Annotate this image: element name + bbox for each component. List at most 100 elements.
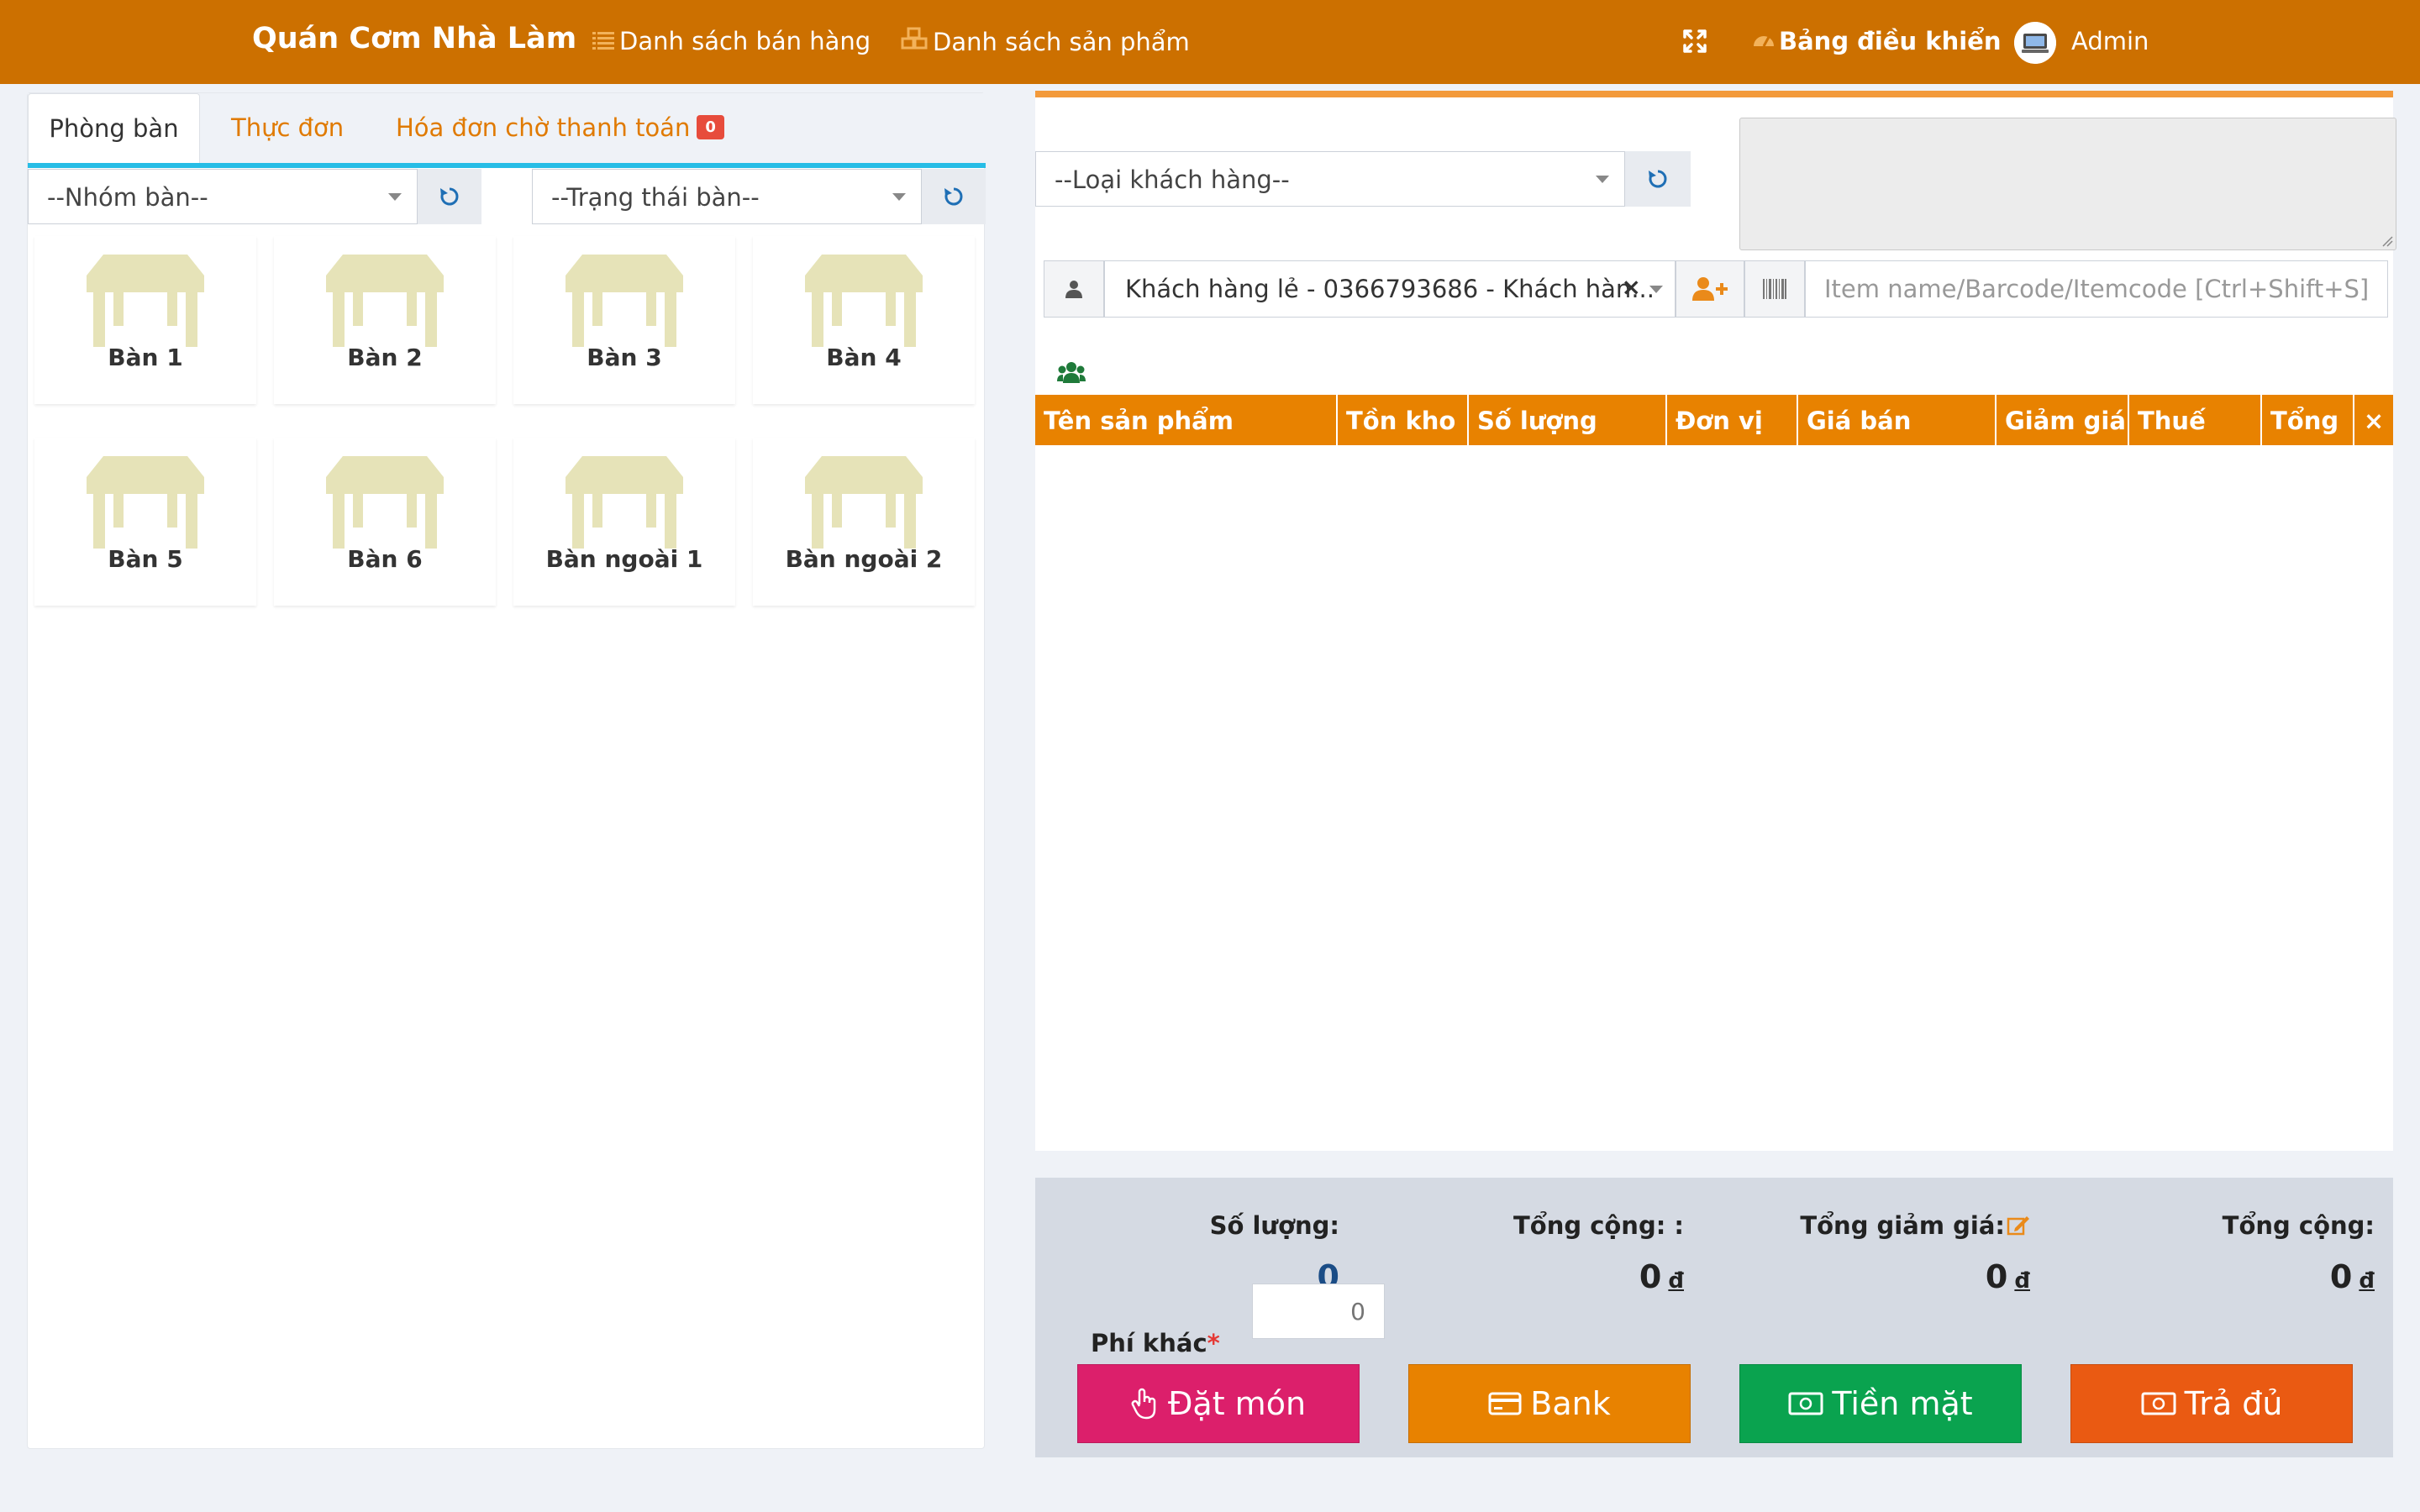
cash-label: Tiền mặt bbox=[1832, 1385, 1973, 1422]
table-group-select[interactable]: --Nhóm bàn-- bbox=[28, 169, 418, 224]
currency-symbol: đ bbox=[2014, 1268, 2030, 1294]
table-icon bbox=[326, 255, 444, 347]
list-icon bbox=[592, 28, 614, 55]
table-name: Bàn ngoài 2 bbox=[785, 545, 943, 573]
pay-full-button[interactable]: Trả đủ bbox=[2070, 1364, 2353, 1443]
table-icon bbox=[87, 456, 204, 549]
required-marker: * bbox=[1207, 1329, 1220, 1357]
col-price: Giá bán bbox=[1798, 395, 1996, 445]
table-card[interactable]: Bàn 4 bbox=[753, 236, 975, 404]
hand-icon bbox=[1131, 1388, 1156, 1420]
refresh-status-button[interactable] bbox=[922, 169, 986, 224]
tab-rooms[interactable]: Phòng bàn bbox=[28, 93, 200, 165]
other-fee-input[interactable] bbox=[1252, 1284, 1385, 1339]
user-plus-icon bbox=[1692, 277, 1728, 301]
nav-sales-label: Danh sách bán hàng bbox=[619, 27, 871, 55]
table-name: Bàn 1 bbox=[108, 344, 183, 371]
barcode-addon bbox=[1744, 260, 1805, 318]
table-icon bbox=[805, 456, 923, 549]
refresh-customer-type-button[interactable] bbox=[1625, 151, 1691, 207]
tab-pending-label: Hóa đơn chờ thanh toán bbox=[396, 113, 691, 142]
customer-type-value: --Loại khách hàng-- bbox=[1055, 165, 1290, 194]
pay-full-label: Trả đủ bbox=[2184, 1385, 2283, 1422]
table-card[interactable]: Bàn ngoài 1 bbox=[513, 438, 735, 606]
nav-products-list[interactable]: Danh sách sản phẩm bbox=[901, 27, 1190, 56]
cubes-icon bbox=[901, 27, 928, 56]
customer-value: Khách hàng lẻ - 0366793686 - Khách hàn..… bbox=[1125, 275, 1655, 303]
dashboard-link[interactable]: Bảng điều khiển bbox=[1752, 27, 2001, 55]
table-card[interactable]: Bàn 1 bbox=[34, 236, 256, 404]
product-search-input[interactable] bbox=[1805, 260, 2388, 318]
bank-button[interactable]: Bank bbox=[1408, 1364, 1691, 1443]
edit-icon[interactable] bbox=[2007, 1215, 2030, 1236]
resize-grip-icon[interactable] bbox=[2381, 235, 2393, 247]
other-fee-text: Phí khác bbox=[1091, 1329, 1207, 1357]
remove-all-icon[interactable]: × bbox=[2354, 395, 2393, 445]
nav-sales-list[interactable]: Danh sách bán hàng bbox=[592, 27, 871, 55]
refresh-group-button[interactable] bbox=[418, 169, 481, 224]
total-value: 0 bbox=[2329, 1258, 2353, 1295]
cash-button[interactable]: Tiền mặt bbox=[1739, 1364, 2022, 1443]
tables-panel: Phòng bàn Thực đơn Hóa đơn chờ thanh toá… bbox=[27, 92, 986, 1449]
col-tax: Thuế bbox=[2129, 395, 2262, 445]
refresh-icon bbox=[440, 187, 459, 206]
chevron-down-icon bbox=[892, 193, 906, 201]
bank-label: Bank bbox=[1530, 1385, 1611, 1422]
pending-count-badge: 0 bbox=[697, 115, 724, 139]
user-avatar[interactable] bbox=[2014, 22, 2056, 64]
customer-type-select[interactable]: --Loại khách hàng-- bbox=[1035, 151, 1625, 207]
discount-value: 0 bbox=[1985, 1258, 2008, 1295]
user-icon bbox=[1065, 281, 1082, 298]
table-name: Bàn 4 bbox=[826, 344, 902, 371]
other-fee-label: Phí khác* bbox=[1091, 1329, 1220, 1357]
subtotal-label: Tổng cộng: : bbox=[1512, 1211, 1684, 1240]
subtotal-amount: 0đ bbox=[1639, 1258, 1684, 1295]
table-card[interactable]: Bàn 5 bbox=[34, 438, 256, 606]
order-panel-accent bbox=[1035, 91, 2393, 97]
table-icon bbox=[87, 255, 204, 347]
table-name: Bàn ngoài 1 bbox=[545, 545, 703, 573]
table-group-value: --Nhóm bàn-- bbox=[47, 183, 208, 212]
table-card[interactable]: Bàn 3 bbox=[513, 236, 735, 404]
refresh-icon bbox=[944, 187, 963, 206]
customer-search-row: Khách hàng lẻ - 0366793686 - Khách hàn..… bbox=[1044, 260, 2388, 318]
tab-menu[interactable]: Thực đơn bbox=[231, 93, 344, 165]
table-icon bbox=[566, 255, 683, 347]
col-product-name: Tên sản phẩm bbox=[1035, 395, 1338, 445]
table-name: Bàn 6 bbox=[347, 545, 423, 573]
customer-select[interactable]: Khách hàng lẻ - 0366793686 - Khách hàn..… bbox=[1104, 260, 1676, 318]
money-bill-icon bbox=[2141, 1392, 2176, 1415]
barcode-icon bbox=[1763, 279, 1786, 299]
table-card[interactable]: Bàn 2 bbox=[274, 236, 496, 404]
subtotal-value: 0 bbox=[1639, 1258, 1662, 1295]
nav-products-label: Danh sách sản phẩm bbox=[933, 27, 1190, 56]
users-icon[interactable] bbox=[1057, 361, 1086, 385]
dashboard-icon bbox=[1752, 27, 1776, 55]
currency-symbol: đ bbox=[2359, 1268, 2375, 1294]
total-amount: 0đ bbox=[2330, 1258, 2375, 1295]
table-icon bbox=[326, 456, 444, 549]
table-name: Bàn 2 bbox=[347, 344, 423, 371]
add-customer-button[interactable] bbox=[1676, 260, 1744, 318]
fullscreen-icon[interactable] bbox=[1682, 29, 1707, 54]
discount-label: Tổng giảm giá: bbox=[1800, 1211, 2005, 1240]
clear-customer-icon[interactable]: × bbox=[1622, 273, 1641, 301]
chevron-down-icon bbox=[1649, 286, 1663, 293]
table-status-value: --Trạng thái bàn-- bbox=[551, 183, 760, 212]
table-card[interactable]: Bàn ngoài 2 bbox=[753, 438, 975, 606]
col-unit: Đơn vị bbox=[1667, 395, 1798, 445]
chevron-down-icon bbox=[388, 193, 402, 201]
currency-symbol: đ bbox=[1668, 1268, 1684, 1294]
tab-rooms-label: Phòng bàn bbox=[49, 114, 179, 143]
table-status-select[interactable]: --Trạng thái bàn-- bbox=[532, 169, 922, 224]
table-icon bbox=[566, 456, 683, 549]
order-summary: Số lượng: 0 Tổng cộng: : 0đ Tổng giảm gi… bbox=[1035, 1178, 2393, 1457]
order-note-textarea[interactable] bbox=[1739, 118, 2396, 250]
user-name[interactable]: Admin bbox=[2071, 27, 2149, 55]
table-card[interactable]: Bàn 6 bbox=[274, 438, 496, 606]
tab-pending-invoices[interactable]: Hóa đơn chờ thanh toán 0 bbox=[396, 93, 724, 165]
place-order-button[interactable]: Đặt món bbox=[1077, 1364, 1360, 1443]
table-icon bbox=[805, 255, 923, 347]
brand-name[interactable]: Quán Cơm Nhà Làm bbox=[252, 22, 576, 55]
refresh-icon bbox=[1649, 170, 1667, 188]
